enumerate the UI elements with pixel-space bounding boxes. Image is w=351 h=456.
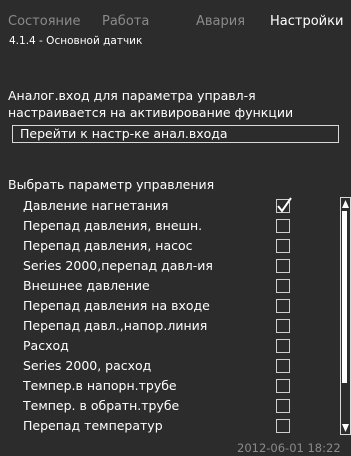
list-item[interactable]: Перепад давления, внешн. [0,216,351,236]
list-item[interactable]: Series 2000,перепад давл-ия [0,256,351,276]
checkbox[interactable] [276,379,290,393]
checkbox[interactable] [276,339,290,353]
list-item[interactable]: Темпер. в обратн.трубе [0,396,351,416]
list-item-label: Series 2000,перепад давл-ия [23,258,213,273]
tab-operation[interactable]: Работа [102,13,149,31]
list-item-label: Перепад давления на входе [23,298,210,313]
scroll-down-arrow-icon[interactable] [341,423,350,433]
checkbox[interactable] [276,399,290,413]
list-item[interactable]: Перепад давления, насос [0,236,351,256]
scrollbar[interactable] [340,197,351,435]
list-item-label: Давление нагнетания [23,198,169,213]
checkbox[interactable] [276,359,290,373]
list-item-label: Series 2000, расход [23,358,152,373]
list-title: Выбрать параметр управления [8,177,215,192]
list-item-label: Расход [23,338,69,353]
checkbox[interactable] [276,239,290,253]
list-item[interactable]: Темпер.в напорн.трубе [0,376,351,396]
list-item-label: Перепад температур [23,418,163,433]
checkbox[interactable] [276,279,290,293]
tab-alarm[interactable]: Авария [196,13,245,31]
list-item[interactable]: Series 2000, расход [0,356,351,376]
list-item-label: Темпер. в обратн.трубе [23,398,180,413]
list-item[interactable]: Перепад давления на входе [0,296,351,316]
list-item-label: Темпер.в напорн.трубе [23,378,177,393]
scroll-up-arrow-icon[interactable] [341,199,350,209]
checkbox[interactable] [276,419,290,433]
list-item[interactable]: Перепад температур [0,416,351,436]
list-item-label: Перепад давления, внешн. [23,218,203,233]
tab-settings[interactable]: Настройки [270,13,343,31]
info-line: Аналог.вход для параметра управл-я [8,88,256,103]
list-item-label: Перепад давления, насос [23,238,193,253]
checkbox[interactable] [276,197,292,213]
list-item-label: Внешнее давление [23,278,150,293]
checkbox[interactable] [276,299,290,313]
goto-analog-input-button[interactable]: Перейти к настр-ке анал.входа [12,125,339,143]
checkmark-icon [277,197,292,213]
list-item[interactable]: Внешнее давление [0,276,351,296]
page-subtitle: 4.1.4 - Основной датчик [9,35,143,47]
tab-bar: Состояние Работа Авария Настройки [0,13,351,31]
scrollbar-thumb[interactable] [342,211,347,383]
info-text: Аналог.вход для параметра управл-я настр… [8,87,293,121]
list-item[interactable]: Перепад давл.,напор.линия [0,316,351,336]
list-item[interactable]: Давление нагнетания [0,196,351,216]
checkbox[interactable] [276,319,290,333]
checkbox[interactable] [276,259,290,273]
tab-status[interactable]: Состояние [8,13,80,31]
list-item[interactable]: Расход [0,336,351,356]
list-item-label: Перепад давл.,напор.линия [23,318,208,333]
control-parameter-list: Давление нагнетания Перепад давления, вне… [0,196,351,444]
datetime-display: 2012-06-01 18:22 [237,441,341,455]
checkbox[interactable] [276,219,290,233]
info-line: настраивается на активирование функции [8,105,294,120]
